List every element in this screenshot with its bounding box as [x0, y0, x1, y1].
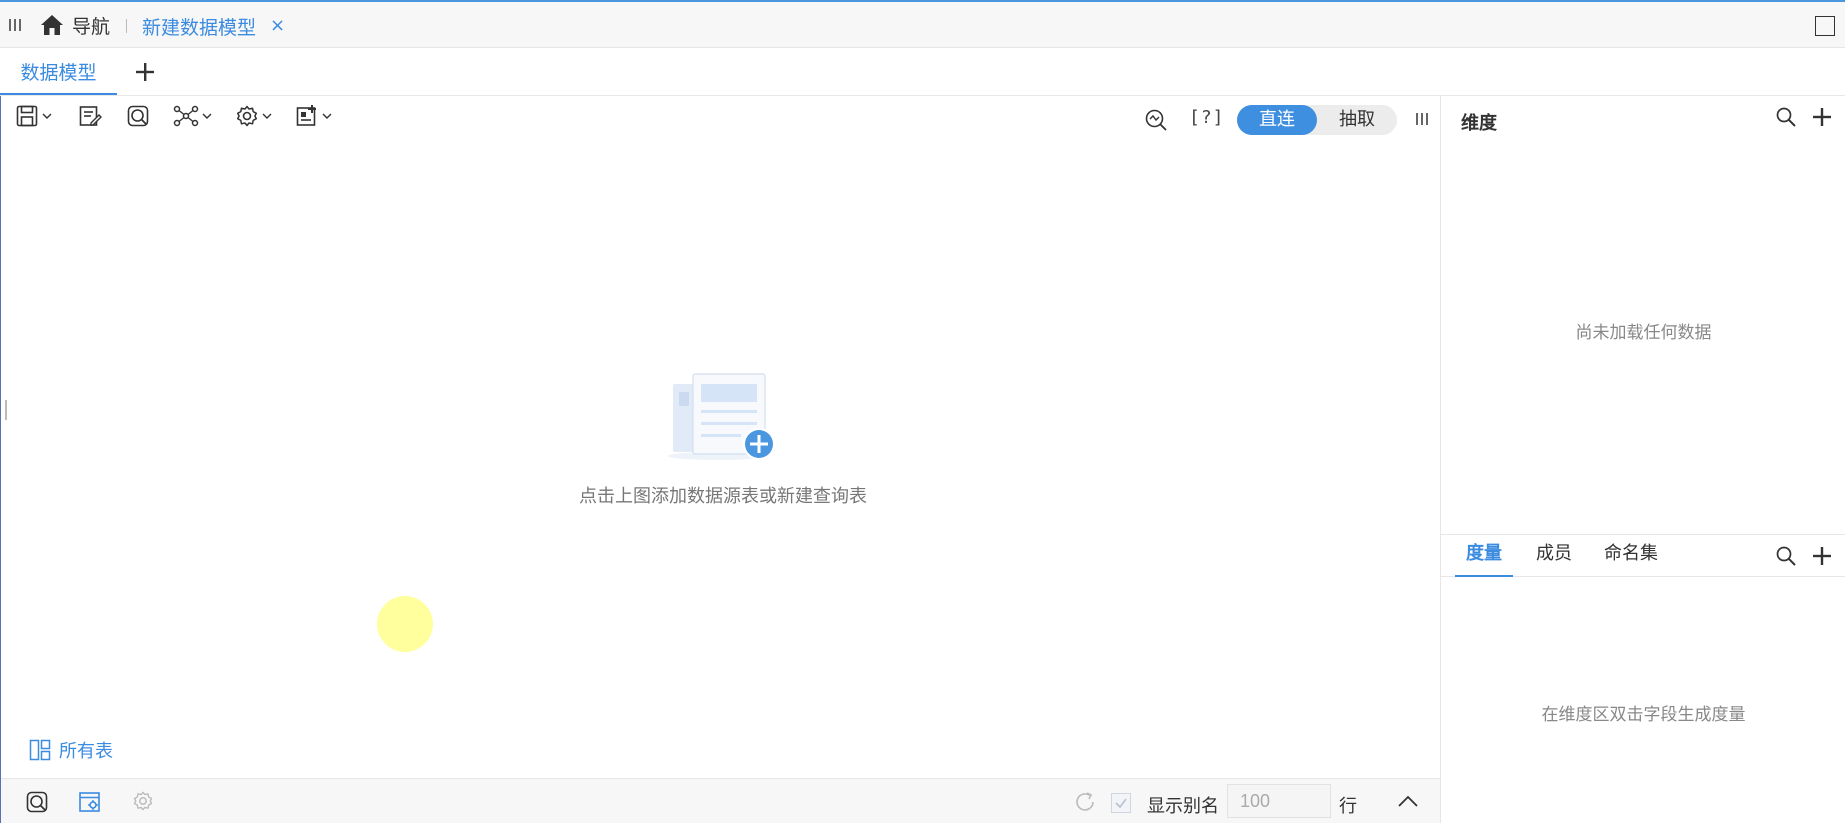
- query-icon[interactable]: [25, 790, 49, 814]
- measure-empty-message: 在维度区双击字段生成度量: [1541, 705, 1746, 725]
- menu-handle-icon[interactable]: [8, 18, 22, 32]
- dimension-title: 维度: [1461, 113, 1497, 134]
- check-icon: [1115, 798, 1127, 809]
- side-drag-handle[interactable]: [5, 400, 7, 420]
- nav-home-button[interactable]: 导航: [40, 12, 110, 38]
- add-table-icon: [296, 105, 316, 126]
- empty-document-icon: [668, 373, 775, 460]
- chevron-down-icon: [42, 113, 52, 119]
- save-icon: [16, 105, 38, 127]
- chevron-down-icon: [202, 113, 212, 119]
- add-tab-icon[interactable]: [133, 60, 157, 84]
- mode-direct-button[interactable]: 直连: [1237, 105, 1317, 135]
- edit-list-icon: [79, 106, 102, 126]
- close-tab-icon[interactable]: ×: [270, 15, 285, 36]
- settings-button[interactable]: [235, 104, 272, 128]
- panel-toggle-icon[interactable]: [1415, 112, 1429, 126]
- chevron-down-icon: [262, 113, 272, 119]
- tab-named-sets[interactable]: 命名集: [1597, 535, 1665, 577]
- edit-button[interactable]: [78, 104, 102, 128]
- top-nav-bar: 导航 新建数据模型 ×: [0, 0, 1845, 48]
- gear-icon[interactable]: [132, 790, 154, 812]
- preview-rows-input[interactable]: 100: [1227, 784, 1331, 818]
- help-button[interactable]: [?]: [1189, 107, 1225, 128]
- mode-extract-button[interactable]: 抽取: [1317, 105, 1397, 135]
- nav-separator: [126, 19, 127, 33]
- chevron-down-icon: [322, 113, 332, 119]
- dimension-empty-message: 尚未加载任何数据: [1575, 323, 1712, 343]
- workspace-bottom-bar: 显示别名 100 行: [1, 778, 1441, 823]
- show-alias-label: 显示别名: [1147, 796, 1219, 817]
- query-button[interactable]: [126, 104, 150, 128]
- tab-members[interactable]: 成员: [1529, 535, 1579, 577]
- home-icon: [41, 15, 63, 35]
- refresh-icon[interactable]: [1073, 790, 1097, 814]
- cursor-highlight: [377, 596, 433, 652]
- search-icon[interactable]: [1775, 106, 1797, 128]
- gear-icon: [236, 105, 258, 127]
- workspace-toolbar: [?] 直连 抽取: [1, 96, 1441, 136]
- maximize-icon[interactable]: [1815, 16, 1835, 36]
- connection-mode-switch: 直连 抽取: [1237, 105, 1397, 135]
- save-button[interactable]: [15, 104, 52, 128]
- add-dimension-icon[interactable]: [1811, 106, 1833, 128]
- all-tables-label: 所有表: [59, 741, 113, 762]
- add-measure-icon[interactable]: [1811, 545, 1833, 567]
- all-tables-link[interactable]: 所有表: [29, 738, 113, 762]
- model-tabs: 数据模型: [0, 48, 1845, 96]
- tab-data-model[interactable]: 数据模型: [0, 48, 117, 95]
- show-alias-checkbox[interactable]: [1111, 793, 1131, 813]
- document-tab[interactable]: 新建数据模型: [142, 13, 256, 40]
- fields-panel: 维度 尚未加载任何数据 度量 成员 命名集 在维度区双击字段生成度量: [1440, 96, 1845, 823]
- rows-unit-label: 行: [1339, 796, 1357, 817]
- table-settings-icon[interactable]: [78, 790, 102, 814]
- query-icon: [127, 105, 149, 127]
- add-table-button[interactable]: [295, 104, 332, 128]
- chevron-up-icon[interactable]: [1397, 791, 1419, 813]
- nav-home-label: 导航: [72, 15, 111, 38]
- empty-canvas-message: 点击上图添加数据源表或新建查询表: [579, 486, 867, 507]
- relations-button[interactable]: [173, 104, 212, 128]
- search-icon[interactable]: [1775, 545, 1797, 567]
- layout-panels-icon: [29, 739, 51, 761]
- preview-search-icon[interactable]: [1144, 108, 1168, 132]
- model-workspace: [?] 直连 抽取 点击上图添加数据源表或新建查询表 所有表 显示别名 100 …: [0, 96, 1441, 823]
- tab-measure[interactable]: 度量: [1455, 535, 1513, 577]
- network-icon: [173, 105, 199, 127]
